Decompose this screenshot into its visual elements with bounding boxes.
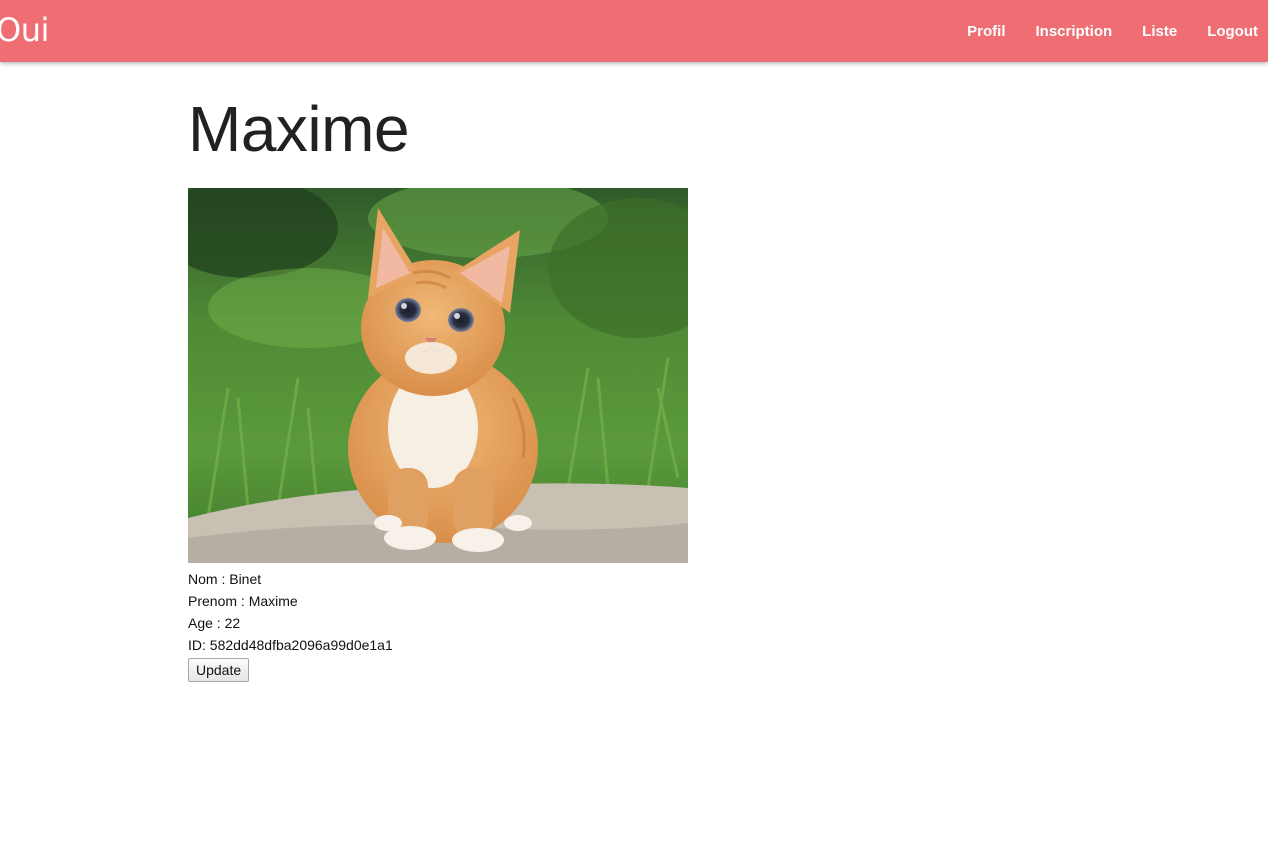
prenom-field: Prenom : Maxime [188, 593, 298, 609]
id-field: ID: 582dd48dfba2096a99d0e1a1 [188, 637, 393, 653]
profile-photo [188, 188, 688, 563]
age-field: Age : 22 [188, 615, 241, 631]
nav-link-inscription[interactable]: Inscription [1036, 23, 1113, 40]
nav-link-logout[interactable]: Logout [1207, 23, 1258, 40]
brand-logo[interactable]: Oui [0, 10, 49, 50]
nav-link-profil[interactable]: Profil [967, 23, 1005, 40]
navbar: Oui Profil Inscription Liste Logout [0, 0, 1268, 62]
profile-content: Maxime Nom: Binet Prenom: Maxime Age:… [188, 92, 888, 682]
nom-field: Nom : Binet [188, 571, 262, 587]
nav-link-liste[interactable]: Liste [1142, 23, 1177, 40]
nav-links: Profil Inscription Liste Logout [937, 0, 1258, 62]
update-button[interactable]: Update [188, 658, 250, 682]
page-title: Maxime [188, 93, 410, 165]
